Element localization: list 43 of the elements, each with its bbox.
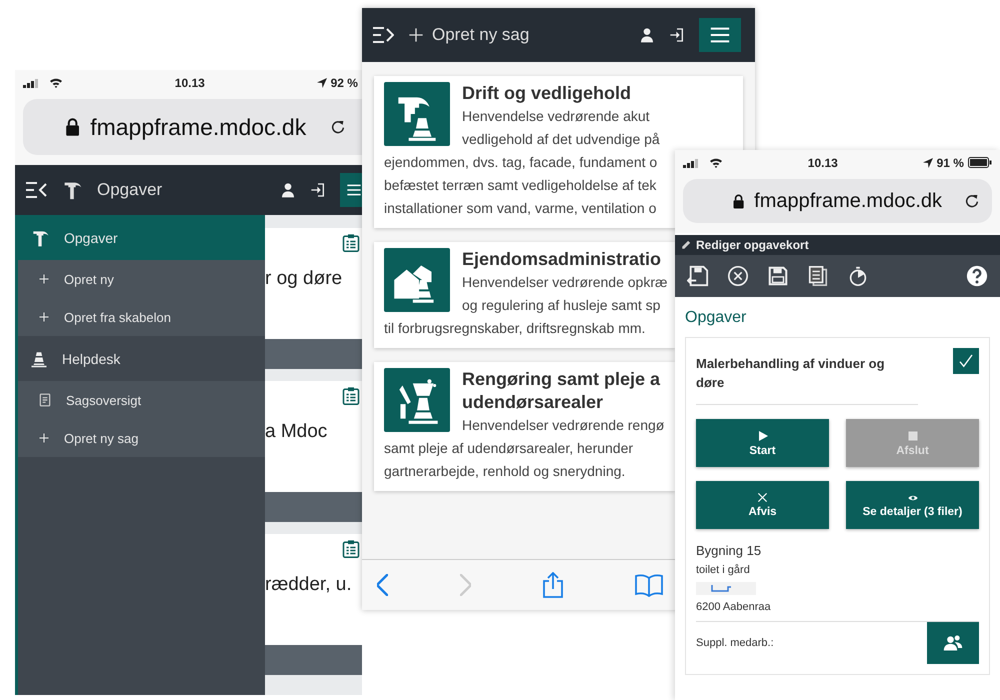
address-line: toilet i gård <box>696 564 751 576</box>
task-title: Malerbehandling af vinduer og døre <box>696 355 886 392</box>
address-bar[interactable]: fmappframe.mdoc.dk <box>683 179 992 223</box>
menu-item[interactable]: Opgaver <box>18 215 265 260</box>
category-description: vedligehold af det udvendige på <box>462 130 660 149</box>
status-time: 10.13 <box>174 76 205 90</box>
action-button[interactable]: Afvis <box>696 481 829 529</box>
section-title: Opgaver <box>685 309 748 327</box>
edit-title: Rediger opgavekort <box>696 238 809 252</box>
action-button[interactable]: Se detaljer (3 filer) <box>846 481 979 529</box>
category-title: Drift og vedligehold <box>462 82 631 105</box>
menu-item[interactable]: Opret fra skabelon <box>18 298 265 336</box>
category-description: samt pleje af udendørsarealer, herunder <box>384 439 634 458</box>
address-bar[interactable]: fmappframe.mdoc.dk <box>23 99 362 155</box>
category-description: ejendommen, dvs. tag, facade, fundament o <box>384 153 658 172</box>
address-line: Bygning 15 <box>696 543 762 558</box>
menu-item[interactable]: Opret ny <box>18 260 265 298</box>
category-description: Henvendelser vedrørende opkræ <box>462 273 668 292</box>
category-description: Henvendelse vedrørende akut <box>462 107 650 126</box>
new-case-button[interactable]: Opret ny sag <box>408 25 530 45</box>
page-title: Opgaver <box>97 180 162 200</box>
action-button[interactable]: Start <box>696 419 829 467</box>
field-label: Suppl. medarb.: <box>696 637 774 649</box>
category-description: befæstet terræn samt vedligeholdelse af tek <box>384 176 656 195</box>
category-description: Henvendelser vedrørende rengø <box>462 416 664 435</box>
status-time: 10.13 <box>808 156 838 170</box>
address-line: 6200 Aabenraa <box>696 601 772 613</box>
menu-item[interactable]: Opret ny sag <box>18 419 265 457</box>
battery-level: 92 % <box>330 76 358 90</box>
category-card[interactable]: Rengøring samt pleje a udendørsarealer Henvendelser vedrørende rengø samt pleje af udendørsarealer, herunder gartnerarbejde, renhold og snerydning. <box>374 362 675 491</box>
category-title: udendørsarealer <box>462 391 604 414</box>
category-description: installationer som vand, varme, ventilation o <box>384 199 656 218</box>
category-title: Ejendomsadministratio <box>462 248 662 271</box>
category-title: Rengøring samt pleje a <box>462 368 660 391</box>
task-card[interactable]: r og døre <box>265 228 362 339</box>
category-description: til forbrugsregnskaber, driftsregnskab mm. <box>384 319 646 338</box>
task-card[interactable]: a Mdoc <box>265 381 362 492</box>
category-description: gartnerarbejde, renhold og snerydning. <box>384 462 626 481</box>
menu-item[interactable]: Sagsoversigt <box>18 381 265 419</box>
task-card[interactable]: rædder, u. <box>265 534 362 645</box>
battery-level: 91 % <box>936 156 964 170</box>
category-description: og regulering af husleje samt sp <box>462 296 660 315</box>
category-card[interactable]: Ejendomsadministratio Henvendelser vedrørende opkræ og regulering af husleje samt sp til forbrugsregnskaber, driftsregnskab mm. <box>374 242 675 348</box>
